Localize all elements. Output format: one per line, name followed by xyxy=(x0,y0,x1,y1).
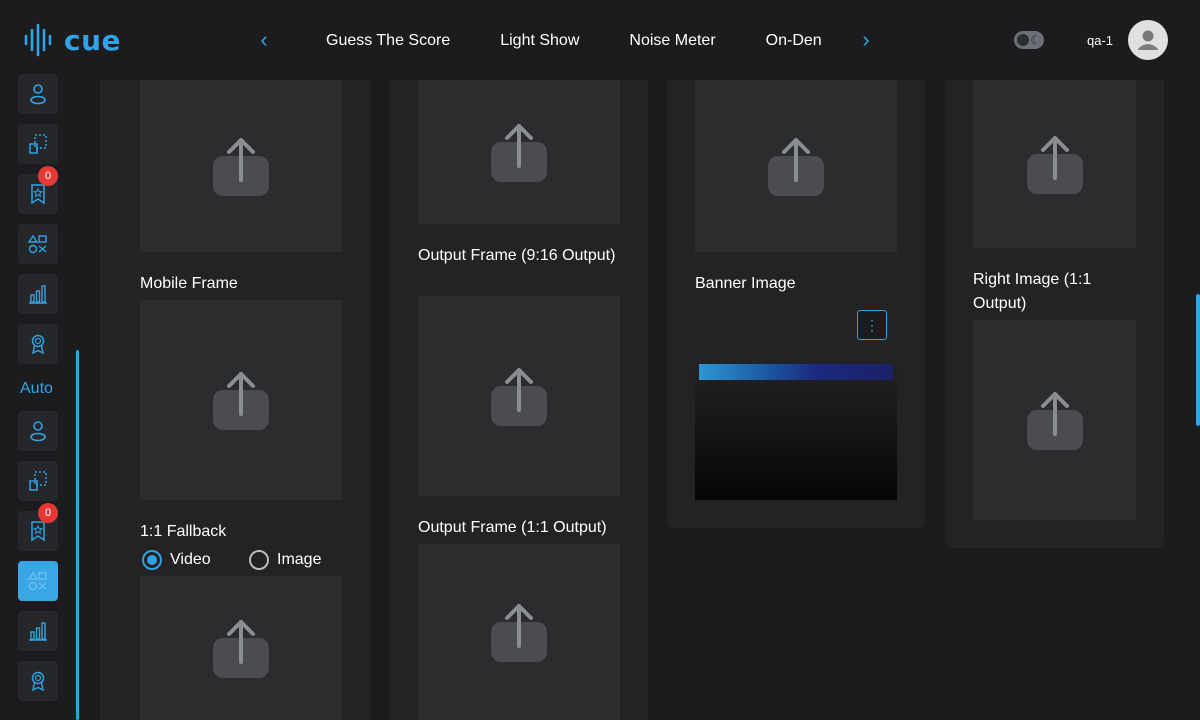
main-content: Mobile Frame 1:1 Fallback Video Image Ou… xyxy=(100,80,1200,720)
field-label-output-frame-916: Output Frame (9:16 Output) xyxy=(418,247,616,264)
award-icon xyxy=(31,671,45,692)
sidebar-item-auto-games[interactable] xyxy=(18,561,58,601)
nav-prev-button[interactable]: ‹ xyxy=(254,27,274,52)
column-banner: Banner Image ⋮ xyxy=(667,80,925,528)
page-scrollbar[interactable] xyxy=(1196,294,1200,426)
sidebar-item-games[interactable] xyxy=(18,224,58,264)
sidebar-item-awards[interactable] xyxy=(18,324,58,364)
frames-icon xyxy=(29,471,47,491)
field-label-banner-image: Banner Image xyxy=(695,275,796,292)
column-right-image: Right Image (1:1 Output) xyxy=(945,80,1164,548)
field-label-right-image: Right Image (1:1 Output) xyxy=(973,271,1092,312)
user-outline-icon xyxy=(30,84,46,105)
field-label-output-frame-11: Output Frame (1:1 Output) xyxy=(418,519,607,536)
avatar[interactable] xyxy=(1128,20,1168,60)
upload-box-fallback[interactable] xyxy=(140,576,342,720)
upload-icon xyxy=(491,368,547,426)
radio-video[interactable]: Video xyxy=(142,550,211,570)
tab-light-show[interactable]: Light Show xyxy=(500,28,579,54)
upload-icon xyxy=(213,620,269,678)
notification-badge: 0 xyxy=(38,166,58,186)
username: qa-1 xyxy=(1087,33,1114,48)
upload-box-right-image[interactable] xyxy=(973,320,1136,520)
sidebar-item-auto-awards[interactable] xyxy=(18,661,58,701)
toggle-knob xyxy=(1017,34,1029,46)
upload-box-output-frame-11[interactable] xyxy=(418,544,620,720)
upload-icon xyxy=(768,138,824,196)
award-icon xyxy=(31,334,45,355)
upload-icon xyxy=(1026,392,1083,450)
upload-box[interactable] xyxy=(418,80,620,224)
field-label-mobile-frame: Mobile Frame xyxy=(140,275,238,292)
soundwave-icon xyxy=(24,23,52,57)
column-mobile: Mobile Frame 1:1 Fallback Video Image xyxy=(100,80,370,720)
radio-image[interactable]: Image xyxy=(249,550,321,570)
tab-noise-meter[interactable]: Noise Meter xyxy=(629,28,715,54)
upload-icon xyxy=(491,124,547,182)
sidebar-section-label: Auto xyxy=(20,380,53,397)
theme-toggle[interactable]: ☾ xyxy=(1014,31,1044,49)
nav-next-button[interactable]: › xyxy=(856,27,876,52)
chevron-right-icon: › xyxy=(862,27,870,52)
upload-box[interactable] xyxy=(973,80,1136,248)
radio-circle[interactable] xyxy=(249,550,269,570)
sidebar-item-auto-audience[interactable] xyxy=(18,411,58,451)
sidebar: 0 Auto 0 xyxy=(0,74,80,720)
bar-chart-icon xyxy=(29,622,47,641)
upload-icon xyxy=(213,138,269,196)
kebab-menu-icon: ⋮ xyxy=(865,316,879,333)
shapes-icon xyxy=(27,571,47,591)
upload-icon xyxy=(491,604,547,662)
upload-box[interactable] xyxy=(140,80,342,252)
nav-tabs: Guess The Score Light Show Noise Meter On-D… xyxy=(300,28,845,54)
frames-icon xyxy=(29,134,47,154)
upload-box-output-frame-916[interactable] xyxy=(418,296,620,496)
radio-label: Video xyxy=(170,551,211,568)
upload-icon xyxy=(213,372,269,430)
sidebar-item-auto-rewards[interactable]: 0 xyxy=(18,503,58,551)
upload-box[interactable] xyxy=(695,80,897,252)
shapes-icon xyxy=(27,234,47,254)
tab-guess-the-score[interactable]: Guess The Score xyxy=(326,28,450,54)
sidebar-item-rewards[interactable]: 0 xyxy=(18,166,58,214)
app-logo[interactable]: cue xyxy=(22,22,121,58)
user-outline-icon xyxy=(30,421,46,442)
sidebar-item-auto-frames[interactable] xyxy=(18,461,58,501)
chevron-left-icon: ‹ xyxy=(260,27,268,52)
user-icon xyxy=(1138,30,1158,50)
banner-image-preview[interactable]: ⋮ xyxy=(695,300,897,500)
upload-icon xyxy=(1026,136,1083,194)
sidebar-item-audience[interactable] xyxy=(18,74,58,114)
banner-image-strip xyxy=(699,364,893,380)
sidebar-item-analytics[interactable] xyxy=(18,274,58,314)
notification-badge: 0 xyxy=(38,503,58,523)
more-options-button[interactable]: ⋮ xyxy=(857,310,887,340)
field-label-fallback: 1:1 Fallback xyxy=(140,523,227,540)
radio-circle[interactable] xyxy=(142,550,162,570)
sidebar-item-auto-analytics[interactable] xyxy=(18,611,58,651)
top-bar: cue ‹ Guess The Score Light Show Noise Met… xyxy=(0,0,1200,80)
logo-text: cue xyxy=(64,23,122,57)
tab-on-demand[interactable]: On-Den xyxy=(766,28,822,54)
moon-icon: ☾ xyxy=(1030,33,1041,47)
column-output: Output Frame (9:16 Output) Output Frame … xyxy=(390,80,648,720)
radio-label: Image xyxy=(277,551,322,568)
bar-chart-icon xyxy=(29,285,47,304)
upload-box-mobile-frame[interactable] xyxy=(140,300,342,500)
sidebar-item-frames[interactable] xyxy=(18,124,58,164)
sidebar-scrollbar[interactable] xyxy=(76,350,79,720)
